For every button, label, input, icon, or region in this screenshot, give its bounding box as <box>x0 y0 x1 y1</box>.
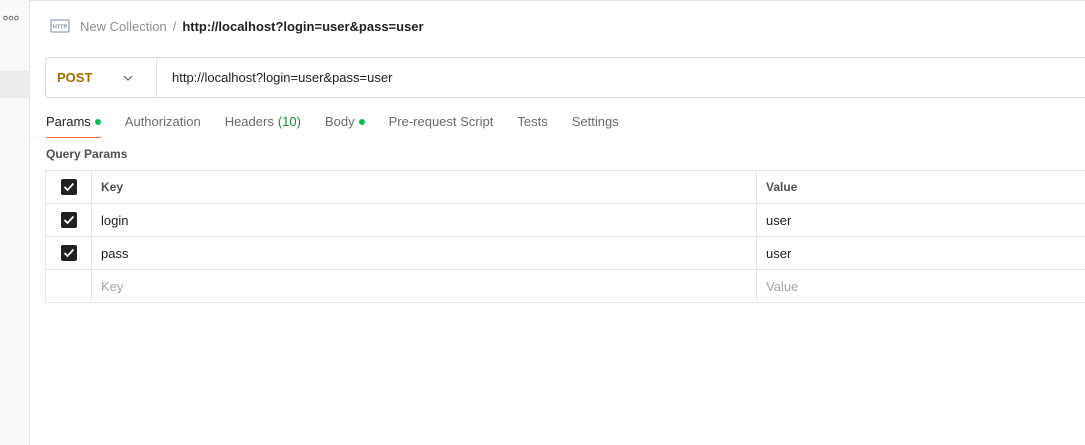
tab-authorization[interactable]: Authorization <box>125 106 201 138</box>
checkmark-icon <box>63 248 74 258</box>
svg-text:HTTP: HTTP <box>53 25 68 31</box>
table-cell <box>46 171 92 203</box>
query-params-title: Query Params <box>46 147 128 161</box>
tab-headers[interactable]: Headers (10) <box>225 106 301 138</box>
body-status-dot <box>358 119 365 125</box>
tab-tests-label: Tests <box>517 114 548 129</box>
table-row: login user <box>46 204 1085 237</box>
param-key[interactable]: pass <box>92 237 757 269</box>
chevron-down-icon <box>123 75 133 81</box>
param-checkbox[interactable] <box>60 245 77 261</box>
tab-headers-label: Headers <box>224 114 274 129</box>
tab-pre-request-script[interactable]: Pre-request Script <box>389 106 494 138</box>
url-bar: POST <box>45 57 1085 98</box>
param-checkbox[interactable] <box>60 212 77 228</box>
new-param-row: Key Value <box>46 270 1085 303</box>
table-cell <box>46 204 92 236</box>
param-key[interactable]: login <box>92 204 757 236</box>
param-value[interactable]: user <box>757 237 1085 269</box>
request-title[interactable]: http://localhost?login=user&pass=user <box>182 19 423 34</box>
more-options-icon[interactable] <box>3 14 19 22</box>
params-status-dot <box>94 119 101 125</box>
table-cell <box>46 237 92 269</box>
breadcrumb-separator: / <box>172 18 177 34</box>
http-request-icon: HTTP <box>50 19 70 33</box>
select-all-checkbox[interactable] <box>60 179 77 195</box>
query-params-table: Key Value login user pass user Key Value <box>45 170 1085 303</box>
url-input[interactable] <box>170 69 1054 86</box>
tab-tests[interactable]: Tests <box>517 106 547 138</box>
tab-authorization-label: Authorization <box>124 114 201 129</box>
tab-params-label: Params <box>46 114 91 129</box>
tab-settings[interactable]: Settings <box>572 106 619 138</box>
checkmark-icon <box>63 182 74 192</box>
table-cell <box>46 270 92 302</box>
sidebar-strip <box>0 0 30 445</box>
sidebar-selected-item[interactable] <box>0 71 29 98</box>
table-header-row: Key Value <box>46 171 1085 204</box>
value-column-header: Value <box>766 180 798 194</box>
tab-settings-label: Settings <box>571 114 619 129</box>
tab-body[interactable]: Body <box>325 106 365 138</box>
tab-pre-request-script-label: Pre-request Script <box>388 114 494 129</box>
param-value[interactable]: user <box>757 204 1085 236</box>
top-divider <box>30 0 1085 1</box>
checkmark-icon <box>63 215 74 225</box>
key-column-header: Key <box>92 171 757 203</box>
breadcrumb-collection[interactable]: New Collection <box>80 19 167 34</box>
tab-body-label: Body <box>324 114 355 129</box>
table-row: pass user <box>46 237 1085 270</box>
tab-params[interactable]: Params <box>46 106 101 138</box>
breadcrumb: HTTP New Collection / http://localhost?l… <box>50 14 424 38</box>
new-value-input[interactable]: Value <box>757 270 1085 302</box>
method-dropdown[interactable]: POST <box>46 58 157 97</box>
request-tabs: Params Authorization Headers (10) Body P… <box>46 106 643 138</box>
method-label: POST <box>57 70 93 85</box>
headers-count: (10) <box>277 114 301 129</box>
new-key-input[interactable]: Key <box>92 270 757 302</box>
